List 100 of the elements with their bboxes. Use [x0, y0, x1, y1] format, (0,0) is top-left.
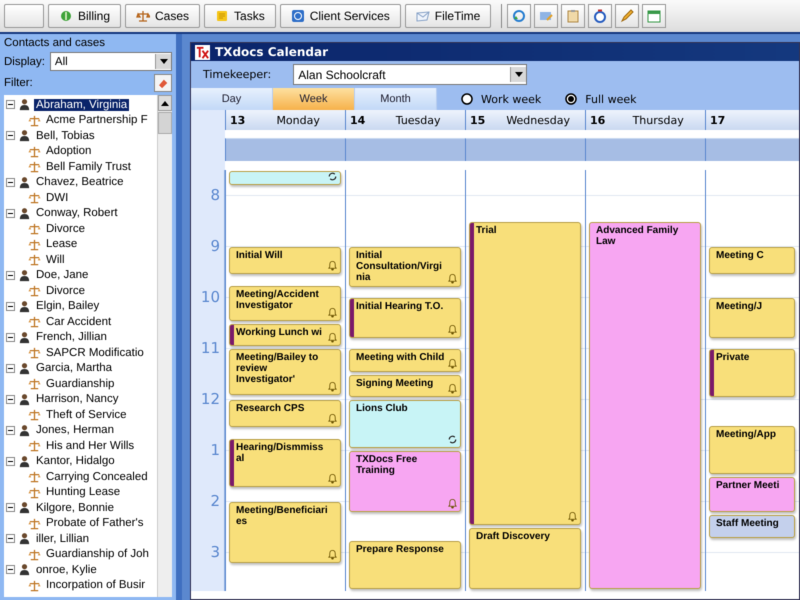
- calendar-event[interactable]: Initial Consultation/Virginia: [349, 247, 461, 287]
- clear-filter-button[interactable]: [154, 74, 172, 92]
- calendar-event[interactable]: Private: [709, 349, 795, 398]
- event-title: Staff Meeting: [716, 518, 780, 530]
- calendar-event[interactable]: Meeting/App: [709, 426, 795, 474]
- calendar-event[interactable]: Meeting/J: [709, 298, 795, 338]
- contact-item[interactable]: Garcia, Martha: [34, 362, 114, 374]
- contact-item[interactable]: Jones, Herman: [34, 424, 116, 436]
- collapse-toggle[interactable]: [6, 426, 15, 435]
- contact-item[interactable]: Harrison, Nancy: [34, 393, 120, 406]
- contact-item[interactable]: Conway, Robert: [34, 207, 120, 220]
- collapse-toggle[interactable]: [6, 270, 15, 280]
- collapse-toggle[interactable]: [6, 208, 15, 218]
- case-item[interactable]: Adoption: [44, 145, 94, 158]
- case-item[interactable]: Divorce: [44, 284, 87, 297]
- scrollbar[interactable]: [157, 95, 172, 597]
- calendar-button[interactable]: [642, 4, 666, 28]
- scales-icon: [28, 408, 41, 422]
- toolbar-button[interactable]: Cases: [125, 4, 200, 28]
- toolbar-button[interactable]: Client Services: [280, 4, 401, 28]
- calendar-event[interactable]: Lions Club: [349, 400, 461, 448]
- case-item[interactable]: Carrying Concealed: [44, 470, 150, 483]
- radio-button[interactable]: [461, 93, 473, 105]
- calendar-event[interactable]: Advanced Family Law: [589, 222, 701, 589]
- collapse-toggle[interactable]: [6, 100, 15, 110]
- case-item[interactable]: Divorce: [44, 222, 87, 235]
- collapse-toggle[interactable]: [6, 131, 15, 140]
- view-tab[interactable]: Month: [355, 88, 437, 110]
- toolbar-button[interactable]: Tasks: [204, 4, 276, 28]
- calendar-event[interactable]: Prepare Response: [349, 540, 461, 589]
- calendar-event[interactable]: Meeting with Child: [349, 349, 461, 372]
- collapse-toggle[interactable]: [6, 394, 15, 404]
- contact-item[interactable]: Chavez, Beatrice: [34, 176, 126, 188]
- scales-icon: [28, 439, 41, 452]
- case-item[interactable]: Car Accident: [44, 316, 114, 328]
- collapse-toggle[interactable]: [6, 364, 15, 373]
- calendar-event[interactable]: Meeting C: [709, 247, 795, 274]
- case-item[interactable]: Lease: [44, 238, 80, 250]
- calendar-event[interactable]: Meeting/Accident Investigator: [229, 286, 341, 321]
- case-item[interactable]: DWI: [44, 192, 70, 204]
- refresh-button[interactable]: [507, 4, 532, 28]
- calendar-event[interactable]: Trial: [469, 222, 581, 525]
- case-item[interactable]: Theft of Service: [44, 408, 129, 421]
- case-item[interactable]: Acme Partnership F: [44, 114, 150, 126]
- calendar-event[interactable]: TXDocs Free Training: [349, 451, 461, 512]
- timekeeper-select[interactable]: Alan Schoolcraft: [293, 64, 528, 85]
- contact-item[interactable]: Abraham, Virginia: [34, 98, 130, 111]
- view-tab[interactable]: Day: [191, 88, 273, 110]
- collapse-toggle[interactable]: [6, 534, 15, 544]
- contact-item[interactable]: Kantor, Hidalgo: [34, 455, 117, 468]
- case-item[interactable]: Probate of Father's: [44, 517, 146, 530]
- contact-item[interactable]: iller, Lillian: [34, 532, 92, 545]
- eraser-icon: [157, 77, 169, 89]
- radio-label[interactable]: Full week: [585, 92, 636, 106]
- calendar-event[interactable]: Working Lunch wi: [229, 324, 341, 346]
- calendar-event[interactable]: Meeting/Beneficiaries: [229, 502, 341, 564]
- calendar-event[interactable]: Draft Discovery: [469, 528, 581, 589]
- calendar-event[interactable]: Hearing/Dismmissal: [229, 438, 341, 487]
- calendar-event[interactable]: Initial Hearing T.O.: [349, 298, 461, 338]
- contact-item[interactable]: Elgin, Bailey: [34, 300, 102, 312]
- calendar-event[interactable]: Partner Meeti: [709, 476, 795, 512]
- case-item[interactable]: Incorpation of Busir: [44, 579, 148, 592]
- case-item[interactable]: Guardianship: [44, 378, 116, 390]
- contact-item[interactable]: Bell, Tobias: [34, 130, 97, 142]
- case-item[interactable]: Hunting Lease: [44, 486, 122, 498]
- case-item[interactable]: Will: [44, 254, 67, 266]
- card-edit-button[interactable]: [534, 4, 558, 28]
- calendar-event[interactable]: Research CPS: [229, 400, 341, 427]
- display-select[interactable]: All: [50, 52, 172, 71]
- event-title: Initial Will: [236, 250, 284, 262]
- collapse-toggle[interactable]: [6, 503, 15, 512]
- contact-item[interactable]: Doe, Jane: [34, 269, 90, 282]
- toolbar-button[interactable]: Billing: [48, 4, 122, 28]
- calendar-event[interactable]: Staff Meeting: [709, 515, 795, 538]
- scrollbar-thumb[interactable]: [158, 112, 172, 134]
- toolbar-button[interactable]: [4, 4, 44, 28]
- event-title: Research CPS: [236, 403, 306, 414]
- collapse-toggle[interactable]: [6, 178, 15, 187]
- radio-label[interactable]: Work week: [481, 92, 542, 106]
- contact-item[interactable]: French, Jillian: [34, 331, 109, 344]
- view-tab[interactable]: Week: [273, 88, 355, 110]
- event-title: Hearing/Dismmissal: [236, 442, 324, 464]
- pencil-button[interactable]: [615, 4, 640, 28]
- collapse-toggle[interactable]: [6, 565, 15, 574]
- collapse-toggle[interactable]: [6, 332, 15, 342]
- case-item[interactable]: SAPCR Modificatio: [44, 346, 146, 359]
- contact-item[interactable]: onroe, Kylie: [34, 564, 99, 576]
- radio-button[interactable]: [565, 93, 578, 105]
- collapse-toggle[interactable]: [6, 456, 15, 466]
- calendar-event[interactable]: Signing Meeting: [349, 374, 461, 398]
- contact-item[interactable]: Kilgore, Bonnie: [34, 502, 116, 514]
- calendar-event[interactable]: Meeting/Bailey to review Investigator': [229, 349, 341, 395]
- stopwatch-button[interactable]: [588, 4, 612, 28]
- clipboard-button[interactable]: [561, 4, 586, 28]
- collapse-toggle[interactable]: [6, 302, 15, 311]
- case-item[interactable]: Bell Family Trust: [44, 160, 133, 173]
- toolbar-button[interactable]: FileTime: [404, 4, 492, 28]
- case-item[interactable]: Guardianship of Joh: [44, 548, 151, 560]
- calendar-event[interactable]: Initial Will: [229, 247, 341, 274]
- case-item[interactable]: His and Her Wills: [44, 440, 136, 452]
